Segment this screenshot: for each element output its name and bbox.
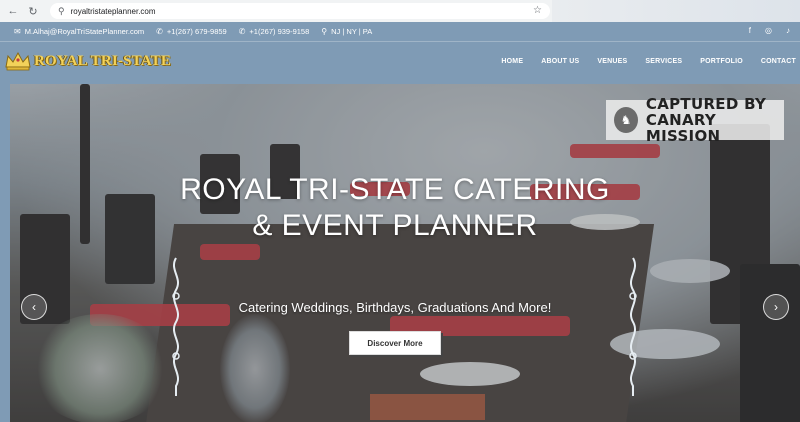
- watermark-line-2: CANARY MISSION: [645, 111, 721, 145]
- canary-logo-icon: ♞: [614, 107, 638, 133]
- website: ✉ M.Alhaj@RoyalTriStatePlanner.com ✆ +1(…: [0, 22, 800, 422]
- crown-icon: [5, 51, 31, 71]
- chevron-left-icon: ‹: [32, 300, 36, 314]
- back-icon[interactable]: ←: [6, 4, 20, 18]
- location-text: NJ | NY | PA: [331, 27, 373, 36]
- site-logo[interactable]: ROYAL TRI-STATE: [4, 51, 171, 71]
- menu-item-venues[interactable]: VENUES: [597, 58, 627, 65]
- site-header: ROYAL TRI-STATE HOME ABOUT US VENUES SER…: [0, 42, 800, 84]
- hero-title-line-1: ROYAL TRI-STATE CATERING: [180, 173, 610, 206]
- slider-next-button[interactable]: ›: [763, 294, 789, 320]
- top-info-bar: ✉ M.Alhaj@RoyalTriStatePlanner.com ✆ +1(…: [0, 22, 800, 42]
- facebook-icon[interactable]: f: [749, 26, 751, 35]
- email-text: M.Alhaj@RoyalTriStatePlanner.com: [24, 27, 145, 36]
- menu-item-contact[interactable]: CONTACT: [761, 58, 796, 65]
- hero-title-line-2: & EVENT PLANNER: [252, 209, 538, 242]
- url-text: royaltristateplanner.com: [70, 6, 156, 16]
- location-pin-icon: ⚲: [321, 27, 328, 36]
- watermark-line-1: CAPTURED BY: [645, 95, 767, 113]
- location-item: ⚲ NJ | NY | PA: [321, 27, 372, 36]
- toolbar-blank-area: [552, 0, 800, 22]
- phone-icon: ✆: [238, 27, 246, 36]
- reload-icon[interactable]: ↻: [26, 4, 40, 18]
- phone-icon: ✆: [156, 27, 163, 36]
- slider-prev-button[interactable]: ‹: [21, 294, 47, 320]
- hero-subtitle: Catering Weddings, Birthdays, Graduation…: [238, 300, 552, 315]
- tiktok-icon[interactable]: ♪: [786, 26, 790, 35]
- main-menu: HOME ABOUT US VENUES SERVICES PORTFOLIO …: [483, 58, 796, 65]
- hero-title: ROYAL TRI-STATE CATERING & EVENT PLANNER: [150, 172, 640, 244]
- phone-text-2: +1(267) 939-9158: [249, 27, 310, 36]
- menu-item-services[interactable]: SERVICES: [645, 58, 682, 65]
- address-bar[interactable]: ⚲ royaltristateplanner.com ☆: [50, 3, 550, 19]
- menu-item-about-us[interactable]: ABOUT US: [541, 58, 579, 65]
- phone-text-1: +1(267) 679-9859: [166, 27, 227, 36]
- chevron-right-icon: ›: [774, 300, 778, 314]
- menu-item-home[interactable]: HOME: [501, 58, 523, 65]
- phone-link-1[interactable]: ✆ +1(267) 679-9859: [156, 27, 227, 36]
- envelope-icon: ✉: [14, 27, 21, 36]
- right-flourish-ornament: [629, 257, 637, 396]
- social-links: f ◎ ♪: [735, 26, 790, 35]
- instagram-icon[interactable]: ◎: [765, 26, 772, 35]
- logo-text: ROYAL TRI-STATE: [34, 52, 172, 69]
- phone-link-2[interactable]: ✆ +1(267) 939-9158: [239, 27, 310, 36]
- browser-toolbar: ← ↻ ⌂ ⚲ royaltristateplanner.com ☆: [0, 0, 800, 22]
- menu-item-portfolio[interactable]: PORTFOLIO: [700, 58, 743, 65]
- discover-more-button[interactable]: Discover More: [349, 331, 441, 355]
- site-settings-icon[interactable]: ⚲: [58, 6, 65, 17]
- star-icon[interactable]: ☆: [533, 5, 542, 16]
- captured-by-watermark: ♞ CAPTURED BY CANARY MISSION: [606, 96, 784, 144]
- left-flourish-ornament: [172, 257, 180, 396]
- email-link[interactable]: ✉ M.Alhaj@RoyalTriStatePlanner.com: [14, 27, 144, 36]
